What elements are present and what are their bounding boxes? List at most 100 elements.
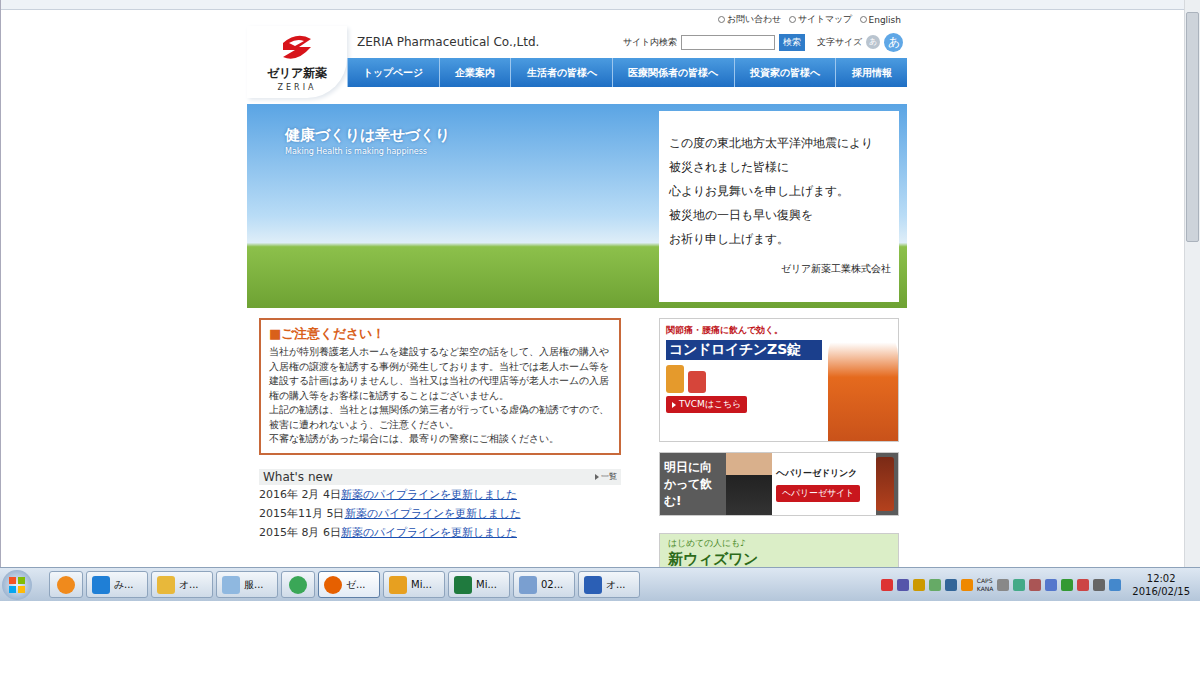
top-links: お問い合わせサイトマップ English bbox=[247, 10, 907, 26]
clock[interactable]: 12:022016/02/15 bbox=[1124, 572, 1196, 598]
tray-icon[interactable] bbox=[929, 579, 941, 591]
windows-logo-icon bbox=[6, 574, 28, 596]
desktop-screen: お問い合わせサイトマップEnglishゼリア新薬ZERIAZERIA Pharm… bbox=[0, 0, 1200, 674]
tray-icon[interactable] bbox=[1061, 579, 1073, 591]
news-item: 2016年 2月 4日新薬のパイプラインを更新しました bbox=[259, 485, 621, 504]
news-link[interactable]: 新薬のパイプラインを更新しました bbox=[341, 485, 517, 504]
tray-icon[interactable] bbox=[1013, 579, 1025, 591]
scrollbar-thumb[interactable] bbox=[1186, 12, 1199, 242]
site-header: ゼリア新薬ZERIA ZERIA Pharmaceutical Co.,Ltd. サ… bbox=[247, 26, 907, 98]
notice-paragraph: 不審な勧誘があった場合には、最寄りの警察にご相談ください。 bbox=[269, 432, 611, 447]
bullet-icon bbox=[718, 16, 725, 23]
taskbar: み...オ...服...ゼ...Mi...Mi...02...オ...CAPSK… bbox=[0, 567, 1200, 601]
search-input[interactable] bbox=[681, 35, 775, 50]
page-column: お問い合わせサイトマップEnglishゼリア新薬ZERIAZERIA Pharm… bbox=[247, 10, 907, 567]
taskbar-button[interactable] bbox=[49, 571, 83, 598]
tray-icon[interactable] bbox=[997, 579, 1009, 591]
search-button[interactable]: 検索 bbox=[779, 34, 805, 51]
font-size-button[interactable]: あ bbox=[866, 35, 880, 49]
tray-icon[interactable] bbox=[1077, 579, 1089, 591]
taskbar-button[interactable]: オ... bbox=[151, 571, 213, 598]
firefox-icon bbox=[324, 576, 342, 594]
web-page: お問い合わせサイトマップEnglishゼリア新薬ZERIAZERIA Pharm… bbox=[1, 0, 1184, 567]
notice-paragraph: 上記の勧誘は、当社とは無関係の第三者が行っている虚偽の勧誘ですので、被害に遭われ… bbox=[269, 403, 611, 432]
nav-item[interactable]: 採用情報 bbox=[835, 58, 907, 87]
tray-icon[interactable] bbox=[881, 579, 893, 591]
taskbar-button[interactable] bbox=[281, 571, 315, 598]
content-area: ■ご注意ください！ 当社が特別養護老人ホームを建設するなど架空の話をして、入居権の… bbox=[247, 318, 907, 567]
taskbar-button[interactable]: Mi... bbox=[448, 571, 510, 598]
hero-photo: 健康づくりは幸せづくりMaking Health is making happi… bbox=[247, 104, 659, 308]
excel-icon bbox=[454, 576, 472, 594]
tray-icon[interactable] bbox=[1093, 579, 1105, 591]
taskbar-button[interactable]: ゼ... bbox=[318, 571, 380, 598]
main-nav: トップページ企業案内生活者の皆様へ医療関係者の皆様へ投資家の皆様へ採用情報 bbox=[347, 58, 907, 87]
tray-icon[interactable] bbox=[897, 579, 909, 591]
chondroitin-banner[interactable]: 関節痛・腰痛に飲んで効く。コンドロイチンZS錠TVCMはこちら bbox=[659, 318, 899, 442]
tagline: 健康づくりは幸せづくり bbox=[285, 126, 659, 145]
notice-paragraph: 当社が特別養護老人ホームを建設するなど架空の話をして、入居権の購入や入居権の譲渡… bbox=[269, 345, 611, 403]
tray-icon[interactable] bbox=[961, 579, 973, 591]
browser-toolbar bbox=[1, 0, 1184, 10]
person-icon bbox=[828, 325, 898, 441]
title-row: ZERIA Pharmaceutical Co.,Ltd. サイト内検索 検索文字サ… bbox=[347, 26, 907, 58]
right-column: 関節痛・腰痛に飲んで効く。コンドロイチンZS錠TVCMはこちら明日に向かって飲む… bbox=[659, 318, 899, 567]
tray-icon[interactable] bbox=[1029, 579, 1041, 591]
top-link[interactable]: English bbox=[860, 13, 902, 26]
font-size-button[interactable]: あ bbox=[884, 33, 903, 52]
font-size-label: 文字サイズ bbox=[817, 36, 862, 49]
word-icon bbox=[584, 576, 602, 594]
nav-item[interactable]: 医療関係者の皆様へ bbox=[612, 58, 734, 87]
news-item: 2015年 8月 6日新薬のパイプラインを更新しました bbox=[259, 523, 621, 542]
browser-window: お問い合わせサイトマップEnglishゼリア新薬ZERIAZERIA Pharm… bbox=[0, 0, 1200, 567]
nav-item[interactable]: 生活者の皆様へ bbox=[510, 58, 612, 87]
taskbar-button[interactable]: 服... bbox=[216, 571, 278, 598]
news-link[interactable]: 新薬のパイプラインを更新しました bbox=[345, 504, 521, 523]
notice-title: ■ご注意ください！ bbox=[269, 325, 611, 343]
nav-item[interactable]: 企業案内 bbox=[439, 58, 511, 87]
nav-item[interactable]: 投資家の皆様へ bbox=[734, 58, 836, 87]
taskbar-button[interactable]: Mi... bbox=[383, 571, 445, 598]
signature: ゼリア新薬工業株式会社 bbox=[669, 257, 891, 281]
folder-icon bbox=[157, 576, 175, 594]
system-tray: CAPSKANA bbox=[881, 577, 1122, 593]
search-label: サイト内検索 bbox=[623, 36, 677, 49]
news-section: What's new一覧2016年 2月 4日新薬のパイプラインを更新しました2… bbox=[259, 469, 621, 542]
tray-icon[interactable] bbox=[945, 579, 957, 591]
chrome-icon bbox=[289, 576, 307, 594]
hepalyse-site-button[interactable]: ヘパリーゼサイト bbox=[776, 485, 860, 502]
outlook-icon bbox=[389, 576, 407, 594]
bullet-icon bbox=[860, 16, 867, 23]
withone-banner[interactable]: はじめての人にも♪新ウィズワン bbox=[659, 533, 899, 567]
news-item: 2015年11月 5日新薬のパイプラインを更新しました bbox=[259, 504, 621, 523]
tvcm-button[interactable]: TVCMはこちら bbox=[666, 396, 747, 413]
tray-icon[interactable] bbox=[1045, 579, 1057, 591]
person-icon bbox=[726, 453, 772, 515]
taskbar-button[interactable]: 02... bbox=[513, 571, 575, 598]
header-right: ZERIA Pharmaceutical Co.,Ltd. サイト内検索 検索文字サ… bbox=[347, 26, 907, 98]
news-link[interactable]: 新薬のパイプラインを更新しました bbox=[341, 523, 517, 542]
company-name: ZERIA Pharmaceutical Co.,Ltd. bbox=[357, 35, 539, 49]
left-column: ■ご注意ください！ 当社が特別養護老人ホームを建設するなど架空の話をして、入居権の… bbox=[259, 318, 621, 567]
tray-icon[interactable] bbox=[1109, 579, 1121, 591]
hepalyse-banner[interactable]: 明日に向かって飲む!ヘパリーゼドリンクヘパリーゼサイト bbox=[659, 452, 899, 516]
nav-item[interactable]: トップページ bbox=[347, 58, 439, 87]
news-more-link[interactable]: 一覧 bbox=[595, 471, 617, 482]
ime-indicator[interactable]: CAPSKANA bbox=[977, 577, 994, 593]
logo[interactable]: ゼリア新薬ZERIA bbox=[247, 26, 347, 98]
zeria-logo-icon bbox=[277, 33, 317, 65]
top-link[interactable]: お問い合わせ bbox=[718, 13, 781, 26]
top-link[interactable]: サイトマップ bbox=[789, 13, 852, 26]
bottles-icon bbox=[666, 363, 822, 393]
notice-box: ■ご注意ください！ 当社が特別養護老人ホームを建設するなど架空の話をして、入居権の… bbox=[259, 318, 621, 455]
notepad-icon bbox=[222, 576, 240, 594]
drink-icon bbox=[876, 457, 894, 511]
blank-area bbox=[0, 601, 1200, 674]
start-button[interactable] bbox=[2, 570, 32, 600]
tray-icon[interactable] bbox=[913, 579, 925, 591]
bullet-icon bbox=[789, 16, 796, 23]
taskbar-button[interactable]: み... bbox=[86, 571, 148, 598]
hero-banner: 健康づくりは幸せづくりMaking Health is making happi… bbox=[247, 104, 907, 308]
taskbar-button[interactable]: オ... bbox=[578, 571, 640, 598]
scrollbar[interactable] bbox=[1184, 0, 1200, 567]
